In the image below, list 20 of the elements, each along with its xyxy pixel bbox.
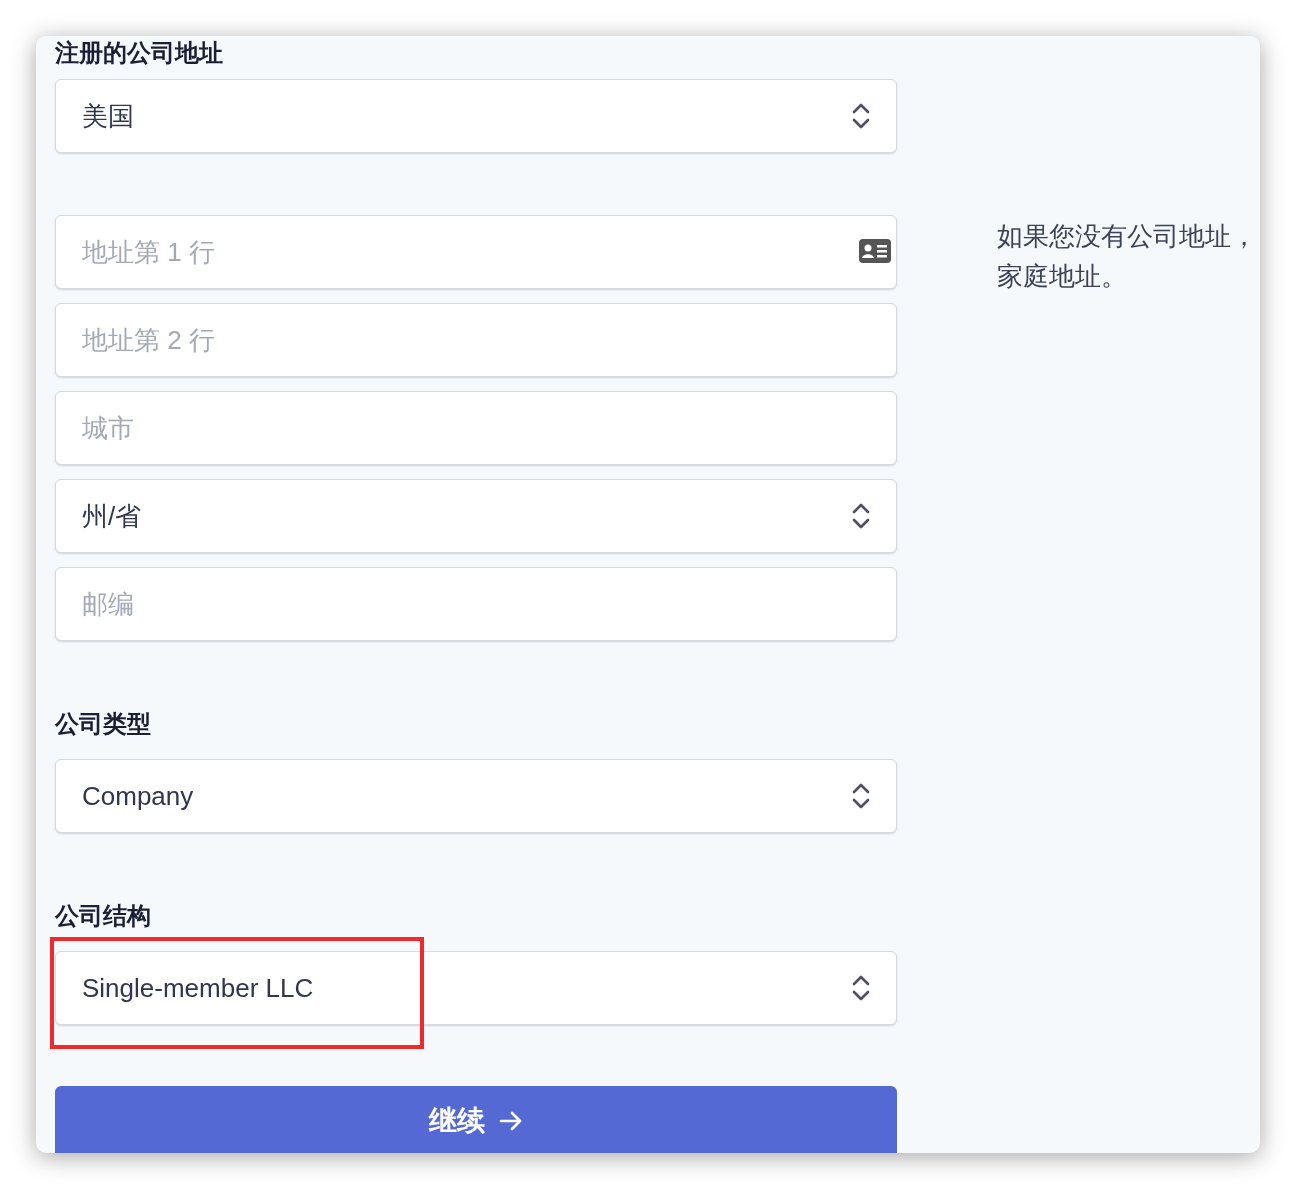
select-field[interactable]: 美国 bbox=[55, 79, 897, 153]
input-field[interactable]: 邮编 bbox=[55, 567, 897, 641]
hint-text: 家庭地址。 bbox=[997, 260, 1128, 293]
select-field[interactable]: Company bbox=[55, 759, 897, 833]
chevron-updown-icon bbox=[852, 783, 870, 809]
input-field[interactable]: 城市 bbox=[55, 391, 897, 465]
select-field[interactable]: Single-member LLC bbox=[55, 951, 897, 1025]
continue-button[interactable]: 继续 bbox=[55, 1086, 897, 1153]
arrow-right-icon bbox=[499, 1109, 523, 1132]
input-field[interactable]: 地址第 2 行 bbox=[55, 303, 897, 377]
contact-card-icon bbox=[859, 239, 891, 263]
field-label: 公司结构 bbox=[55, 903, 152, 929]
field-label: 注册的公司地址 bbox=[55, 40, 224, 66]
chevron-updown-icon bbox=[852, 503, 870, 529]
field-label: 公司类型 bbox=[55, 711, 152, 737]
input-field[interactable]: 地址第 1 行 bbox=[55, 215, 897, 289]
chevron-updown-icon bbox=[852, 103, 870, 129]
hint-text: 如果您没有公司地址， bbox=[997, 220, 1257, 253]
select-field[interactable]: 州/省 bbox=[55, 479, 897, 553]
chevron-updown-icon bbox=[852, 975, 870, 1001]
